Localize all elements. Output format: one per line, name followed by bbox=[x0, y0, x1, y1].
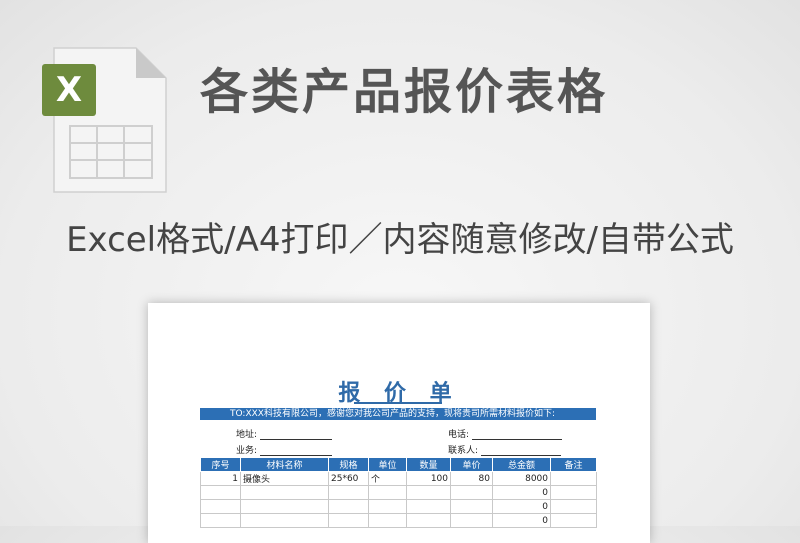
table-cell[interactable] bbox=[450, 499, 493, 514]
table-cell[interactable]: 0 bbox=[492, 513, 551, 528]
table-cell[interactable] bbox=[240, 485, 329, 500]
table-cell[interactable] bbox=[328, 499, 369, 514]
column-header: 单价 bbox=[450, 457, 493, 472]
address-field: 地址: bbox=[236, 427, 332, 440]
column-header: 总金额 bbox=[492, 457, 551, 472]
quote-sheet-preview: 报 价 单 TO:XXX科技有限公司，感谢您对我公司产品的支持，现将贵司所需材料… bbox=[148, 303, 650, 543]
excel-badge-letter: X bbox=[55, 70, 83, 110]
column-header: 数量 bbox=[406, 457, 451, 472]
table-cell[interactable]: 25*60 bbox=[328, 471, 369, 486]
contact-field: 联系人: bbox=[448, 443, 561, 456]
table-cell[interactable]: 0 bbox=[492, 499, 551, 514]
salesman-field: 业务: bbox=[236, 443, 332, 456]
table-cell[interactable] bbox=[200, 485, 241, 500]
table-cell[interactable] bbox=[240, 499, 329, 514]
column-header: 序号 bbox=[200, 457, 241, 472]
page-subtitle: Excel格式/A4打印／内容随意修改/自带公式 bbox=[66, 220, 734, 260]
column-header: 材料名称 bbox=[240, 457, 329, 472]
table-cell[interactable] bbox=[368, 499, 407, 514]
table-cell[interactable] bbox=[450, 485, 493, 500]
table-cell[interactable] bbox=[550, 513, 597, 528]
contact-line bbox=[480, 446, 561, 456]
table-cell[interactable]: 80 bbox=[450, 471, 493, 486]
address-label: 地址: bbox=[236, 430, 258, 440]
phone-line bbox=[471, 430, 562, 440]
table-cell[interactable] bbox=[406, 485, 451, 500]
table-cell[interactable] bbox=[368, 485, 407, 500]
table-cell[interactable]: 8000 bbox=[492, 471, 551, 486]
table-cell[interactable] bbox=[406, 513, 451, 528]
quote-table: 序号 材料名称 规格 单位 数量 单价 总金额 备注 1 摄像头 25*60 个… bbox=[200, 457, 597, 528]
phone-label: 电话: bbox=[448, 430, 470, 440]
table-cell[interactable] bbox=[550, 485, 597, 500]
recipient-banner: TO:XXX科技有限公司，感谢您对我公司产品的支持，现将贵司所需材料报价如下: bbox=[200, 408, 596, 420]
table-cell[interactable]: 个 bbox=[368, 471, 407, 486]
column-header: 单位 bbox=[368, 457, 407, 472]
table-cell[interactable] bbox=[240, 513, 329, 528]
table-cell[interactable] bbox=[200, 513, 241, 528]
salesman-line bbox=[259, 446, 332, 456]
table-cell[interactable] bbox=[550, 471, 597, 486]
column-header: 规格 bbox=[328, 457, 369, 472]
contact-label: 联系人: bbox=[448, 446, 479, 456]
column-header: 备注 bbox=[550, 457, 597, 472]
table-cell[interactable]: 100 bbox=[406, 471, 451, 486]
table-cell[interactable]: 摄像头 bbox=[240, 471, 329, 486]
table-row: 1 摄像头 25*60 个 100 80 8000 bbox=[200, 471, 597, 486]
page-title: 各类产品报价表格 bbox=[200, 64, 609, 120]
table-cell[interactable] bbox=[550, 499, 597, 514]
table-cell[interactable] bbox=[328, 485, 369, 500]
table-cell[interactable]: 0 bbox=[492, 485, 551, 500]
table-cell[interactable] bbox=[368, 513, 407, 528]
title-underline bbox=[354, 402, 442, 404]
phone-field: 电话: bbox=[448, 427, 562, 440]
table-row: 0 bbox=[200, 499, 597, 514]
table-cell[interactable] bbox=[200, 499, 241, 514]
table-cell[interactable] bbox=[328, 513, 369, 528]
table-header-row: 序号 材料名称 规格 单位 数量 单价 总金额 备注 bbox=[200, 457, 597, 472]
address-line bbox=[259, 430, 332, 440]
table-cell[interactable] bbox=[450, 513, 493, 528]
table-row: 0 bbox=[200, 513, 597, 528]
table-row: 0 bbox=[200, 485, 597, 500]
excel-file-icon: X bbox=[40, 46, 170, 194]
salesman-label: 业务: bbox=[236, 446, 258, 456]
table-cell[interactable] bbox=[406, 499, 451, 514]
table-cell[interactable]: 1 bbox=[200, 471, 241, 486]
